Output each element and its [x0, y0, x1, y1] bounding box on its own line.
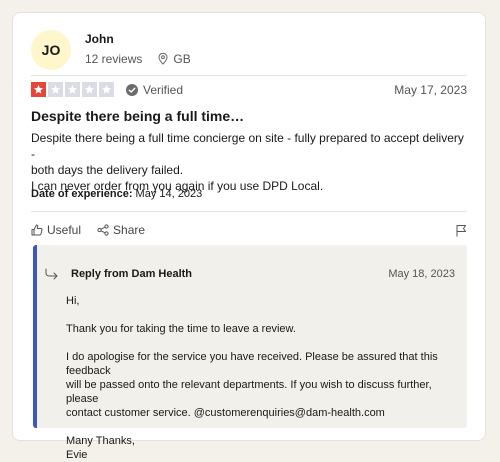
- star-icon: [48, 82, 63, 97]
- share-label: Share: [113, 223, 146, 237]
- reply-date: May 18, 2023: [388, 268, 455, 280]
- star-icon: [65, 82, 80, 97]
- date-of-experience: Date of experience: May 14, 2023: [31, 188, 202, 200]
- reviewer-country: GB: [173, 52, 191, 66]
- review-actions: Useful Share: [31, 223, 467, 237]
- reviewer-meta: John 12 reviews GB: [85, 32, 191, 66]
- reply-paragraph: Thank you for taking the time to leave a…: [66, 323, 296, 335]
- rating-row: Verified May 17, 2023: [31, 82, 467, 97]
- experience-date: May 14, 2023: [135, 188, 203, 200]
- reply-arrow-icon: [45, 268, 59, 280]
- review-date: May 17, 2023: [394, 82, 467, 97]
- star-rating: [31, 82, 114, 97]
- reply-line: will be passed onto the relevant departm…: [66, 379, 432, 405]
- flag-icon[interactable]: [455, 224, 467, 237]
- avatar[interactable]: JO: [31, 30, 71, 70]
- verified-check-icon: [126, 83, 138, 96]
- reply-line: contact customer service. @customerenqui…: [66, 407, 385, 419]
- reply-signoff: Many Thanks,: [66, 435, 135, 447]
- reviewer-header: JO John 12 reviews GB: [31, 30, 191, 70]
- share-icon: [97, 224, 109, 236]
- reviewer-name[interactable]: John: [85, 32, 191, 46]
- useful-label: Useful: [47, 223, 82, 237]
- review-body-line: both days the delivery failed.: [31, 163, 184, 177]
- verified-label: Verified: [143, 82, 184, 97]
- review-title[interactable]: Despite there being a full time…: [31, 108, 244, 124]
- review-card: JO John 12 reviews GB Verified May 17, 2…: [12, 12, 486, 461]
- useful-button[interactable]: Useful: [31, 223, 81, 237]
- star-icon: [31, 82, 46, 97]
- actions-divider: [31, 211, 467, 212]
- reviews-count: 12 reviews: [85, 52, 143, 66]
- reply-line: I do apologise for the service you have …: [66, 351, 438, 377]
- reply-paragraph: I do apologise for the service you have …: [66, 350, 456, 420]
- review-body-line: Despite there being a full time concierg…: [31, 131, 464, 161]
- header-divider: [31, 75, 467, 76]
- verified-badge[interactable]: Verified: [126, 83, 183, 97]
- location-pin-icon: [158, 53, 168, 65]
- share-button[interactable]: Share: [97, 223, 145, 237]
- reviewer-stats: 12 reviews GB: [85, 52, 191, 66]
- reply-body: Hi, Thank you for taking the time to lea…: [66, 294, 456, 462]
- reply-greeting: Hi,: [66, 295, 80, 307]
- company-reply: Reply from Dam Health May 18, 2023 Hi, T…: [33, 245, 467, 461]
- thumbs-up-icon: [31, 224, 43, 236]
- reply-header: Reply from Dam Health May 18, 2023: [45, 268, 455, 280]
- review-body: Despite there being a full time concierg…: [31, 130, 471, 194]
- reply-title: Reply from Dam Health: [71, 268, 193, 280]
- star-icon: [82, 82, 97, 97]
- experience-label: Date of experience:: [31, 188, 133, 200]
- star-icon: [99, 82, 114, 97]
- reply-signature: Evie: [66, 449, 88, 461]
